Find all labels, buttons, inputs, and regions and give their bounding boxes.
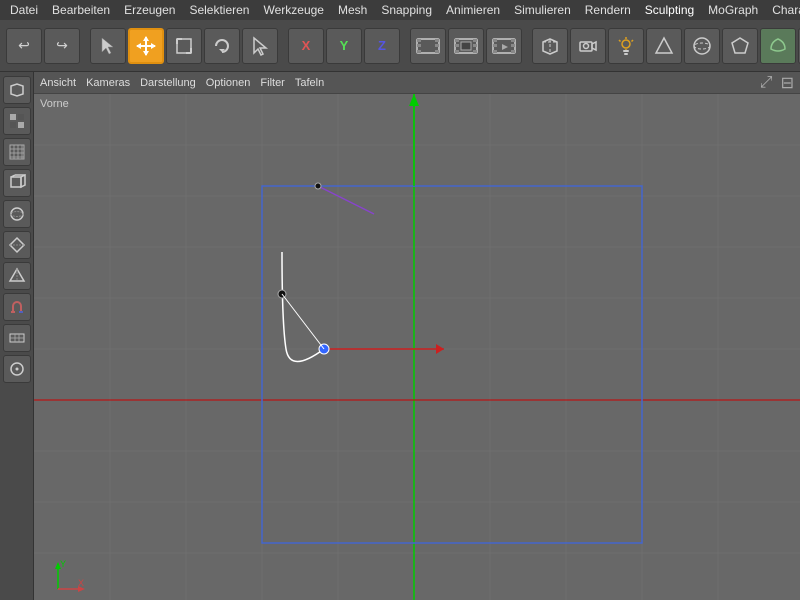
view-toolbar-right: ⤢ ⊟ [760,73,794,93]
menu-mograph[interactable]: MoGraph [702,1,764,19]
cube-icon [539,35,561,57]
sidebar-grid-btn[interactable] [3,138,31,166]
svg-text:X: X [78,578,84,588]
sidebar-sphere-icon [8,205,26,223]
view-filter[interactable]: Filter [260,77,284,89]
cube-object-button[interactable] [532,28,568,64]
sidebar-gridflat-icon [8,329,26,347]
light-object-button[interactable] [608,28,644,64]
scale-icon [174,36,194,56]
render-button-3[interactable] [486,28,522,64]
left-sidebar [0,72,34,600]
menu-selektieren[interactable]: Selektieren [183,1,255,19]
filmstrip-icon-2 [453,35,479,57]
view-toolbar: Ansicht Kameras Darstellung Optionen Fil… [34,72,800,94]
toolbar-group-axis: X Y Z [288,28,400,64]
cursor-button[interactable] [242,28,278,64]
camera-object-button[interactable] [570,28,606,64]
geo3-button[interactable] [722,28,758,64]
render-button-1[interactable] [410,28,446,64]
sidebar-tetra-icon [8,267,26,285]
sidebar-checker-btn[interactable] [3,107,31,135]
menu-snapping[interactable]: Snapping [375,1,438,19]
menu-datei[interactable]: Datei [4,1,44,19]
rotate-icon [212,36,232,56]
viewport[interactable]: Y X Vorne [34,94,800,600]
geo4-button[interactable] [760,28,796,64]
menu-mesh[interactable]: Mesh [332,1,373,19]
undo-icon [18,37,30,54]
camera-icon [577,35,599,57]
menu-erzeugen[interactable]: Erzeugen [118,1,181,19]
toolbar-group-render [410,28,522,64]
toolbar-group-tools [90,28,278,64]
move-icon [135,35,157,57]
sidebar-circle-icon [8,360,26,378]
axis-z-button[interactable]: Z [364,28,400,64]
toolbar: X Y Z [0,20,800,72]
sidebar-sphere-btn[interactable] [3,200,31,228]
menu-animieren[interactable]: Animieren [440,1,506,19]
filmstrip-icon-3 [491,35,517,57]
view-ansicht[interactable]: Ansicht [40,77,76,89]
geo3-icon [729,35,751,57]
menu-rendern[interactable]: Rendern [579,1,637,19]
viewport-label: Vorne [40,98,69,110]
sidebar-cube2-icon [8,174,26,192]
sidebar-gridflat-btn[interactable] [3,324,31,352]
view-kameras[interactable]: Kameras [86,77,130,89]
sidebar-circle-btn[interactable] [3,355,31,383]
menu-charakter[interactable]: Charakter [766,1,800,19]
sidebar-magnet-btn[interactable] [3,293,31,321]
geo2-icon [691,35,713,57]
sidebar-magnet-icon [8,298,26,316]
menu-werkzeuge[interactable]: Werkzeuge [257,1,329,19]
viewport-grid: Y X [34,94,800,600]
toolbar-group-objects [532,28,800,64]
geo2-button[interactable] [684,28,720,64]
menu-bearbeiten[interactable]: Bearbeiten [46,1,116,19]
sidebar-tetrahedron-btn[interactable] [3,262,31,290]
filmstrip-icon-1 [415,35,441,57]
rotate-button[interactable] [204,28,240,64]
render-button-2[interactable] [448,28,484,64]
z-label: Z [378,38,386,53]
light-icon [615,35,637,57]
view-area: Ansicht Kameras Darstellung Optionen Fil… [34,72,800,600]
sidebar-cube2-btn[interactable] [3,169,31,197]
sidebar-checker-icon [8,112,26,130]
select-icon [98,36,118,56]
sidebar-cube-btn[interactable] [3,76,31,104]
view-optionen[interactable]: Optionen [206,77,251,89]
cursor-icon [250,36,270,56]
layout-icon[interactable]: ⊟ [781,73,794,93]
view-darstellung[interactable]: Darstellung [140,77,196,89]
view-tafeln[interactable]: Tafeln [295,77,324,89]
sidebar-octahedron-icon [8,236,26,254]
menu-sculpting[interactable]: Sculpting [639,1,700,19]
menu-simulieren[interactable]: Simulieren [508,1,577,19]
toolbar-group-undoredo [6,28,80,64]
sidebar-grid-icon [8,143,26,161]
svg-text:Y: Y [60,559,66,569]
redo-button[interactable] [44,28,80,64]
axis-y-button[interactable]: Y [326,28,362,64]
menu-bar: Datei Bearbeiten Erzeugen Selektieren We… [0,0,800,20]
sidebar-cube-icon [8,81,26,99]
geo1-button[interactable] [646,28,682,64]
move-button[interactable] [128,28,164,64]
geo1-icon [653,35,675,57]
scale-button[interactable] [166,28,202,64]
axis-x-button[interactable]: X [288,28,324,64]
expand-icon[interactable]: ⤢ [760,74,773,92]
sidebar-octahedron-btn[interactable] [3,231,31,259]
undo-button[interactable] [6,28,42,64]
x-label: X [302,38,311,53]
select-button[interactable] [90,28,126,64]
redo-icon [56,37,68,54]
geo4-icon [767,35,789,57]
y-label: Y [340,38,349,53]
